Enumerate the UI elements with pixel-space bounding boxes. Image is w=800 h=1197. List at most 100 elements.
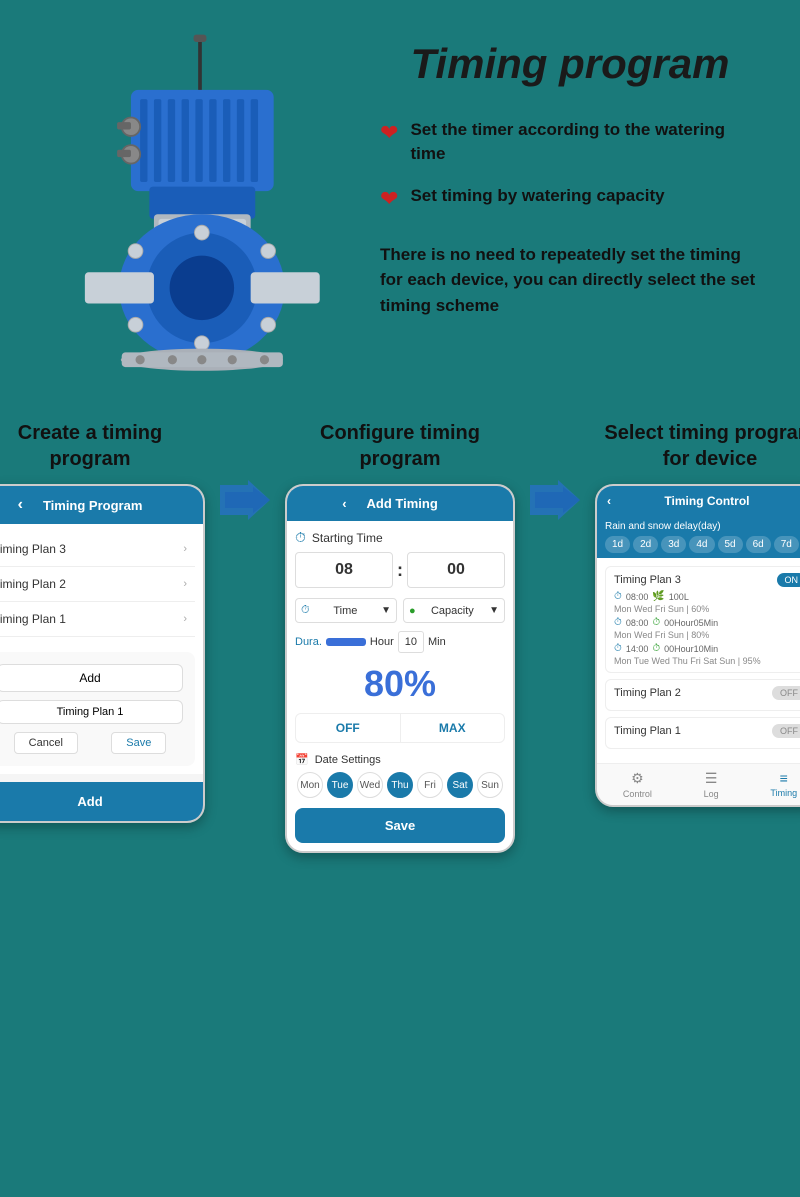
heart-icon-1: ❤: [380, 120, 398, 146]
rain-delay-label: Rain and snow delay(day): [605, 521, 800, 532]
leaf-s-icon: ●: [409, 605, 416, 617]
phone1-header: ‹ Timing Program: [0, 486, 203, 524]
timing-plan-2-item: Timing Plan 2 OFF: [605, 679, 800, 711]
plan-sub-3-2: Mon Wed Fri Sun | 80%: [614, 630, 800, 640]
add-big-button[interactable]: Add: [0, 664, 183, 692]
chevron-icon: ›: [183, 578, 187, 590]
step-col-2: Configure timing program ‹ Add Timing ⏱ …: [285, 420, 515, 853]
minute-input[interactable]: 00: [407, 552, 505, 588]
phone-mockup-3: ‹ Timing Control ↻ Rain and snow delay(d…: [595, 484, 800, 807]
leaf-s-2-icon: ⏱: [652, 617, 660, 628]
hour-unit: Hour: [370, 636, 394, 648]
phone1-footer[interactable]: Add: [0, 782, 203, 821]
toggle-on-3[interactable]: ON: [777, 573, 800, 587]
plan-item-2[interactable]: Timing Plan 2 ›: [0, 567, 195, 602]
phone3-title: Timing Control: [664, 494, 749, 508]
min-val[interactable]: 10: [398, 631, 424, 653]
right-content: Timing program ❤ Set the timer according…: [380, 30, 760, 318]
day-thu[interactable]: Thu: [387, 772, 413, 798]
timing-plan-3-item: Timing Plan 3 ON ⏱ 08:00 🌿 100L Mon Wed …: [605, 566, 800, 673]
clock-icon: ⏱: [295, 529, 306, 546]
phone3-header: ‹ Timing Control ↻: [597, 486, 800, 516]
day-pill-2d[interactable]: 2d: [633, 536, 658, 553]
footer-tab-log[interactable]: ☰ Log: [704, 770, 719, 799]
dura-row: Dura. Hour 10 Min: [295, 631, 505, 653]
toggle-off-1[interactable]: OFF: [772, 724, 800, 738]
plan-detail-3-1: ⏱ 08:00 🌿 100L: [614, 591, 800, 602]
day-pill-3d[interactable]: 3d: [661, 536, 686, 553]
add-section: Add Timing Plan 1 Cancel Save: [0, 652, 195, 766]
max-button[interactable]: MAX: [401, 714, 505, 742]
day-pill-1d[interactable]: 1d: [605, 536, 630, 553]
back-arrow-icon[interactable]: ‹: [18, 496, 23, 514]
back-arrow-3-icon[interactable]: ‹: [607, 494, 611, 508]
phone2-header: ‹ Add Timing: [287, 486, 513, 521]
time-select[interactable]: ⏱ Time ▼: [295, 598, 397, 623]
arrow-right-2: [530, 480, 580, 520]
product-image-area: [40, 30, 360, 380]
day-pill-7d[interactable]: 7d: [774, 536, 799, 553]
day-sun[interactable]: Sun: [477, 772, 503, 798]
time-colon: :: [397, 560, 403, 581]
feature-list: ❤ Set the timer according to the waterin…: [380, 118, 760, 212]
footer-tab-control[interactable]: ⚙ Control: [623, 770, 652, 799]
percent-display: 80%: [295, 663, 505, 705]
footer-tab-timing[interactable]: ≡ Timing: [770, 770, 797, 799]
phone3-footer: ⚙ Control ☰ Log ≡ Timing: [597, 763, 800, 805]
phone2-body: ⏱ Starting Time 08 : 00 ⏱ Time ▼: [287, 521, 513, 851]
control-icon: ⚙: [631, 770, 644, 787]
plan-detail-3-2: ⏱ 08:00 ⏱ 00Hour05Min: [614, 617, 800, 628]
timing-plan-3-name: Timing Plan 3: [614, 574, 681, 586]
toggle-off-2[interactable]: OFF: [772, 686, 800, 700]
day-mon[interactable]: Mon: [297, 772, 323, 798]
calendar-icon: 📅: [295, 753, 309, 766]
plan-name-1: Timing Plan 1: [0, 612, 66, 626]
day-tue[interactable]: Tue: [327, 772, 353, 798]
capacity-select[interactable]: ● Capacity ▼: [403, 598, 505, 623]
min-unit: Min: [428, 636, 446, 648]
day-pills-row: 1d 2d 3d 4d 5d 6d 7d: [605, 536, 800, 553]
save-button[interactable]: Save: [111, 732, 166, 754]
dura-label: Dura.: [295, 636, 322, 648]
dura-input[interactable]: [326, 638, 366, 646]
steps-row: Create a timing program ‹ Timing Program…: [20, 420, 780, 853]
phone-mockup-1: ‹ Timing Program Timing Plan 3 › Timing …: [0, 484, 205, 823]
heart-icon-2: ❤: [380, 186, 398, 212]
day-pill-5d[interactable]: 5d: [718, 536, 743, 553]
day-wed[interactable]: Wed: [357, 772, 383, 798]
step-label-3: Select timing program for device: [595, 420, 800, 472]
off-button[interactable]: OFF: [296, 714, 401, 742]
plan-sub-3-1: Mon Wed Fri Sun | 60%: [614, 604, 800, 614]
timing-icon: ≡: [780, 770, 788, 786]
log-icon: ☰: [705, 770, 718, 787]
feature-item-2: ❤ Set timing by watering capacity: [380, 184, 760, 212]
plan-name-input[interactable]: Timing Plan 1: [0, 700, 183, 724]
day-pill-6d[interactable]: 6d: [746, 536, 771, 553]
clock-s-1-icon: ⏱: [614, 591, 622, 602]
step-label-2: Configure timing program: [285, 420, 515, 472]
chevron-icon: ›: [183, 613, 187, 625]
date-settings-label: 📅 Date Settings: [295, 753, 505, 766]
feature-item-1: ❤ Set the timer according to the waterin…: [380, 118, 760, 166]
top-section: Timing program ❤ Set the timer according…: [0, 0, 800, 400]
cancel-button[interactable]: Cancel: [14, 732, 78, 754]
add-footer-label: Add: [77, 794, 102, 809]
hour-input[interactable]: 08: [295, 552, 393, 588]
timing-plan-2-name: Timing Plan 2: [614, 687, 681, 699]
plan-item-1[interactable]: Timing Plan 1 ›: [0, 602, 195, 637]
back-arrow-2-icon[interactable]: ‹: [342, 496, 346, 511]
plan-item-3[interactable]: Timing Plan 3 ›: [0, 532, 195, 567]
phone3-body: Rain and snow delay(day) 1d 2d 3d 4d 5d …: [597, 516, 800, 763]
clock-s-2-icon: ⏱: [614, 617, 622, 628]
day-pill-4d[interactable]: 4d: [689, 536, 714, 553]
arrow-right-1: [220, 480, 270, 520]
device-image: [55, 30, 345, 380]
leaf-s-1-icon: 🌿: [652, 591, 664, 602]
day-sat[interactable]: Sat: [447, 772, 473, 798]
phone1-body: Timing Plan 3 › Timing Plan 2 › Timing P…: [0, 524, 203, 774]
day-fri[interactable]: Fri: [417, 772, 443, 798]
save-timing-button[interactable]: Save: [295, 808, 505, 843]
arrow-col-2: [530, 420, 580, 520]
step-label-1: Create a timing program: [0, 420, 205, 472]
add-actions: Cancel Save: [0, 732, 183, 754]
